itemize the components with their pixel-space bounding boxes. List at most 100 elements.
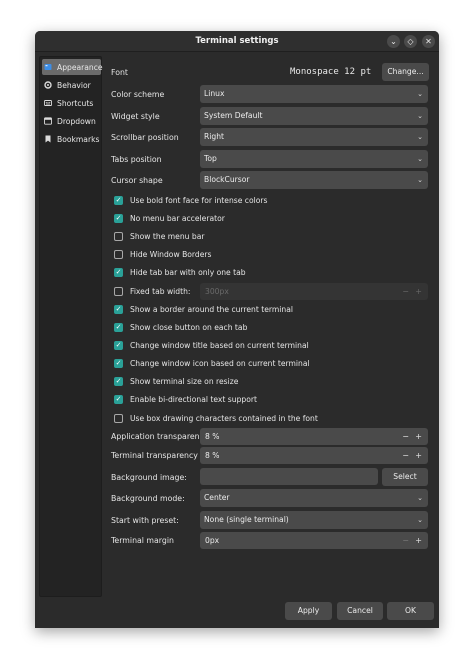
- checkbox-checked-icon: ✓: [114, 322, 123, 332]
- checkbox-checked-icon: ✓: [114, 195, 123, 205]
- show-menu-bar-checkbox[interactable]: Show the menu bar: [114, 230, 204, 242]
- checkbox-checked-icon: ✓: [114, 213, 123, 223]
- sidebar: Appearance Behavior Shortcuts Dropdown B…: [39, 56, 103, 597]
- sidebar-item-appearance[interactable]: Appearance: [42, 59, 103, 75]
- decrement-button[interactable]: −: [402, 447, 409, 464]
- sidebar-item-bookmarks[interactable]: Bookmarks: [42, 131, 101, 147]
- widget-style-value: System Default: [204, 111, 263, 120]
- tabs-position-value: Top: [204, 154, 217, 163]
- apply-button[interactable]: Apply: [285, 602, 332, 620]
- checkbox-label: Show terminal size on resize: [130, 376, 239, 386]
- checkbox-checked-icon: ✓: [114, 267, 123, 277]
- sidebar-item-shortcuts[interactable]: Shortcuts: [42, 95, 101, 111]
- checkbox-checked-icon: ✓: [114, 304, 123, 314]
- checkbox-unchecked-icon: [114, 413, 123, 423]
- start-preset-select[interactable]: None (single terminal) ⌄: [200, 511, 428, 529]
- decrement-button[interactable]: −: [402, 428, 409, 445]
- decrement-button[interactable]: −: [402, 283, 409, 300]
- checkbox-label: Use bold font face for intense colors: [130, 195, 268, 205]
- increment-button[interactable]: +: [415, 428, 422, 445]
- terminal-margin-spinbox[interactable]: 0px − +: [200, 532, 428, 549]
- maximize-button[interactable]: ◇: [404, 35, 417, 48]
- select-image-button[interactable]: Select: [382, 468, 428, 486]
- tabs-position-select[interactable]: Top ⌄: [200, 150, 428, 168]
- terminal-margin-label: Terminal margin: [111, 536, 174, 545]
- hide-window-borders-checkbox[interactable]: Hide Window Borders: [114, 248, 212, 260]
- increment-button[interactable]: +: [415, 532, 422, 549]
- checkbox-label: Enable bi-directional text support: [130, 394, 257, 404]
- appearance-icon: [44, 63, 52, 71]
- close-button[interactable]: ✕: [422, 35, 435, 48]
- start-preset-value: None (single terminal): [204, 515, 289, 524]
- sidebar-item-label: Appearance: [57, 62, 103, 72]
- show-border-checkbox[interactable]: ✓ Show a border around the current termi…: [114, 303, 293, 315]
- show-terminal-size-checkbox[interactable]: ✓ Show terminal size on resize: [114, 375, 238, 387]
- change-window-icon-checkbox[interactable]: ✓ Change window icon based on current te…: [114, 357, 310, 369]
- bookmark-icon: [44, 135, 52, 143]
- terminal-transparency-spinbox[interactable]: 8 % − +: [200, 447, 428, 464]
- start-preset-label: Start with preset:: [111, 516, 179, 525]
- increment-button[interactable]: +: [415, 447, 422, 464]
- checkbox-label: Hide Window Borders: [130, 249, 212, 259]
- change-window-title-checkbox[interactable]: ✓ Change window title based on current t…: [114, 339, 309, 351]
- window-title: Terminal settings: [195, 36, 279, 46]
- sidebar-item-behavior[interactable]: Behavior: [42, 77, 101, 93]
- checkbox-label: Show the menu bar: [130, 231, 205, 241]
- increment-button[interactable]: +: [415, 283, 422, 300]
- sidebar-item-label: Behavior: [57, 80, 91, 90]
- chevron-down-icon: ⌄: [417, 494, 423, 502]
- cursor-shape-label: Cursor shape: [111, 176, 163, 185]
- terminal-margin-value: 0px: [205, 536, 220, 545]
- restore-icon: ◇: [407, 37, 414, 46]
- bold-font-checkbox[interactable]: ✓ Use bold font face for intense colors: [114, 194, 267, 206]
- chevron-down-icon: ⌄: [417, 516, 423, 524]
- checkbox-checked-icon: ✓: [114, 358, 123, 368]
- title-bar: Terminal settings ⌄ ◇ ✕: [35, 31, 439, 52]
- checkbox-label: Use box drawing characters contained in …: [130, 413, 318, 423]
- app-transparency-spinbox[interactable]: 8 % − +: [200, 428, 428, 445]
- fixed-tab-width-value: 300px: [205, 287, 229, 296]
- scrollbar-position-label: Scrollbar position: [111, 133, 179, 142]
- widget-style-select[interactable]: System Default ⌄: [200, 107, 428, 125]
- app-transparency-label: Application transparency: [111, 432, 209, 441]
- color-scheme-select[interactable]: Linux ⌄: [200, 85, 428, 103]
- checkbox-label: No menu bar accelerator: [130, 213, 225, 223]
- fixed-tab-width-checkbox[interactable]: Fixed tab width:: [114, 285, 190, 297]
- hide-tab-bar-checkbox[interactable]: ✓ Hide tab bar with only one tab: [114, 266, 246, 278]
- tabs-position-label: Tabs position: [111, 155, 162, 164]
- app-transparency-value: 8 %: [205, 432, 220, 441]
- scrollbar-position-select[interactable]: Right ⌄: [200, 128, 428, 146]
- terminal-transparency-label: Terminal transparency: [111, 451, 198, 460]
- checkbox-unchecked-icon: [114, 249, 123, 259]
- settings-window: Terminal settings ⌄ ◇ ✕ Appearance Behav…: [35, 31, 439, 628]
- show-close-button-checkbox[interactable]: ✓ Show close button on each tab: [114, 321, 247, 333]
- checkbox-unchecked-icon: [114, 286, 123, 296]
- decrement-button[interactable]: −: [402, 532, 409, 549]
- sidebar-item-dropdown[interactable]: Dropdown: [42, 113, 101, 129]
- cursor-shape-select[interactable]: BlockCursor ⌄: [200, 171, 428, 189]
- minimize-icon: ⌄: [390, 37, 397, 46]
- background-mode-label: Background mode:: [111, 494, 185, 503]
- box-drawing-checkbox[interactable]: Use box drawing characters contained in …: [114, 412, 318, 424]
- scrollbar-position-value: Right: [204, 132, 224, 141]
- change-font-button[interactable]: Change...: [382, 63, 429, 81]
- terminal-transparency-value: 8 %: [205, 451, 220, 460]
- checkbox-label: Show a border around the current termina…: [130, 304, 293, 314]
- widget-style-label: Widget style: [111, 112, 160, 121]
- checkbox-unchecked-icon: [114, 231, 123, 241]
- fixed-tab-width-spinbox[interactable]: 300px − +: [200, 283, 428, 300]
- ok-button[interactable]: OK: [387, 602, 434, 620]
- background-image-input[interactable]: [200, 468, 378, 485]
- minimize-button[interactable]: ⌄: [387, 35, 400, 48]
- cancel-button[interactable]: Cancel: [337, 602, 383, 620]
- background-mode-value: Center: [204, 493, 230, 502]
- checkbox-checked-icon: ✓: [114, 394, 123, 404]
- background-image-label: Background image:: [111, 473, 187, 482]
- checkbox-checked-icon: ✓: [114, 340, 123, 350]
- no-menu-accelerator-checkbox[interactable]: ✓ No menu bar accelerator: [114, 212, 225, 224]
- checkbox-label: Change window icon based on current term…: [130, 358, 310, 368]
- chevron-down-icon: ⌄: [417, 112, 423, 120]
- background-mode-select[interactable]: Center ⌄: [200, 489, 428, 507]
- cursor-shape-value: BlockCursor: [204, 175, 250, 184]
- bidi-text-checkbox[interactable]: ✓ Enable bi-directional text support: [114, 393, 257, 405]
